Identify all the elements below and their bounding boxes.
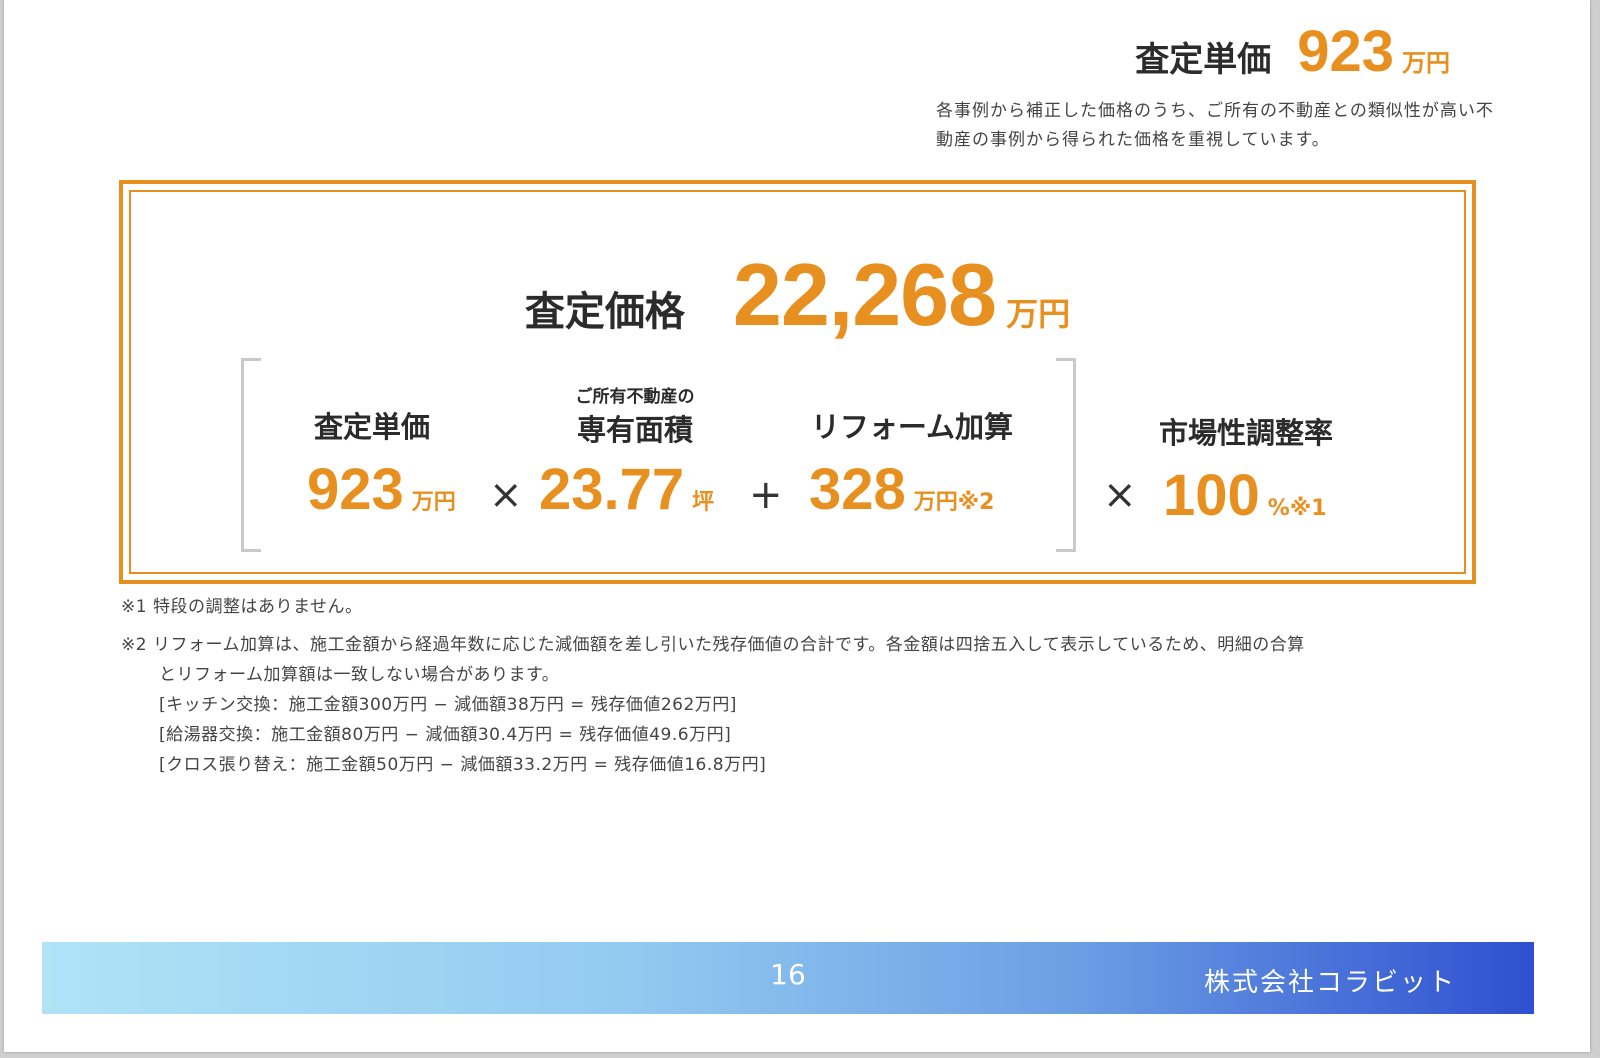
- footnote-1: ※1 特段の調整はありません。: [121, 597, 363, 617]
- assessment-box-inner: 査定価格 22,268 万円 査定単価 923 万円 × ご所有不動産の 専有面積 2…: [129, 190, 1466, 574]
- unit-price-note: 各事例から補正した価格のうち、ご所有の不動産との類似性が高い不動産の事例から得ら…: [936, 101, 1494, 150]
- assessment-label: 査定価格: [524, 289, 685, 335]
- unit-price-label: 査定単価: [1135, 40, 1272, 80]
- assessment-box: 査定価格 22,268 万円 査定単価 923 万円 × ご所有不動産の 専有面積 2…: [119, 180, 1476, 584]
- left-bracket: [241, 358, 261, 552]
- plus-operator: +: [749, 472, 783, 518]
- formula-unit-price-unit: 万円: [411, 490, 456, 515]
- formula-unit-price-value: 923: [307, 457, 404, 522]
- formula-market-label: 市場性調整率: [1158, 416, 1333, 450]
- formula-area-value: 23.77: [539, 457, 685, 522]
- formula-area-label: 専有面積: [576, 413, 693, 447]
- formula-reform-label-group: リフォーム加算: [801, 404, 1023, 446]
- assessment-value: 22,268: [732, 245, 997, 344]
- formula-market-unit: %※1: [1267, 496, 1327, 521]
- formula-unit-price-value-group: 923 万円: [307, 456, 456, 523]
- formula-area-unit: 坪: [692, 490, 715, 515]
- assessment-unit: 万円: [1006, 295, 1071, 333]
- footnote-2-line-2: とリフォーム加算額は一致しない場合があります。: [159, 665, 560, 685]
- formula-reform-value: 328: [809, 457, 906, 522]
- footnote-2-line-1: ※2 リフォーム加算は、施工金額から経過年数に応じた減価額を差し引いた残存価値の…: [121, 635, 1305, 655]
- times-operator-2: ×: [1103, 472, 1137, 518]
- reform-detail-item: [給湯器交換：施工金額80万円 − 減価額30.4万円 = 残存価値49.6万円…: [159, 725, 732, 745]
- unit-price-value: 923: [1297, 19, 1394, 84]
- reform-detail-item: [クロス張り替え：施工金額50万円 − 減価額33.2万円 = 残存価値16.8…: [159, 755, 767, 775]
- unit-price-unit: 万円: [1402, 49, 1450, 77]
- formula-market-value: 100: [1163, 463, 1260, 528]
- formula-unit-price-label: 査定単価: [313, 410, 430, 444]
- reform-detail-item: [キッチン交換：施工金額300万円 − 減価額38万円 = 残存価値262万円]: [159, 695, 737, 715]
- right-bracket: [1056, 358, 1076, 552]
- formula-reform-value-group: 328 万円※2: [809, 456, 994, 523]
- formula-market-value-group: 100 %※1: [1163, 462, 1327, 529]
- formula-area-sub-label: ご所有不動産の: [575, 387, 695, 407]
- company-name: 株式会社コラビット: [1203, 968, 1456, 998]
- formula-market-label-group: 市場性調整率: [1151, 410, 1341, 452]
- times-operator-1: ×: [489, 472, 523, 518]
- page-footer: 16 株式会社コラビット: [42, 942, 1534, 1014]
- formula-unit-price-label-group: 査定単価: [307, 404, 437, 446]
- formula-reform-unit: 万円※2: [913, 490, 995, 515]
- formula-area-label-group: ご所有不動産の 専有面積: [565, 382, 705, 449]
- unit-price-summary: 査定単価 923 万円: [1135, 18, 1450, 85]
- formula-reform-label: リフォーム加算: [810, 410, 1014, 444]
- report-page: 査定単価 923 万円 各事例から補正した価格のうち、ご所有の不動産との類似性が…: [4, 0, 1590, 1052]
- footnotes: ※1 特段の調整はありません。 ※2 リフォーム加算は、施工金額から経過年数に応…: [121, 592, 1305, 780]
- assessment-total: 査定価格 22,268 万円: [131, 244, 1464, 346]
- formula-area-value-group: 23.77 坪: [539, 456, 714, 523]
